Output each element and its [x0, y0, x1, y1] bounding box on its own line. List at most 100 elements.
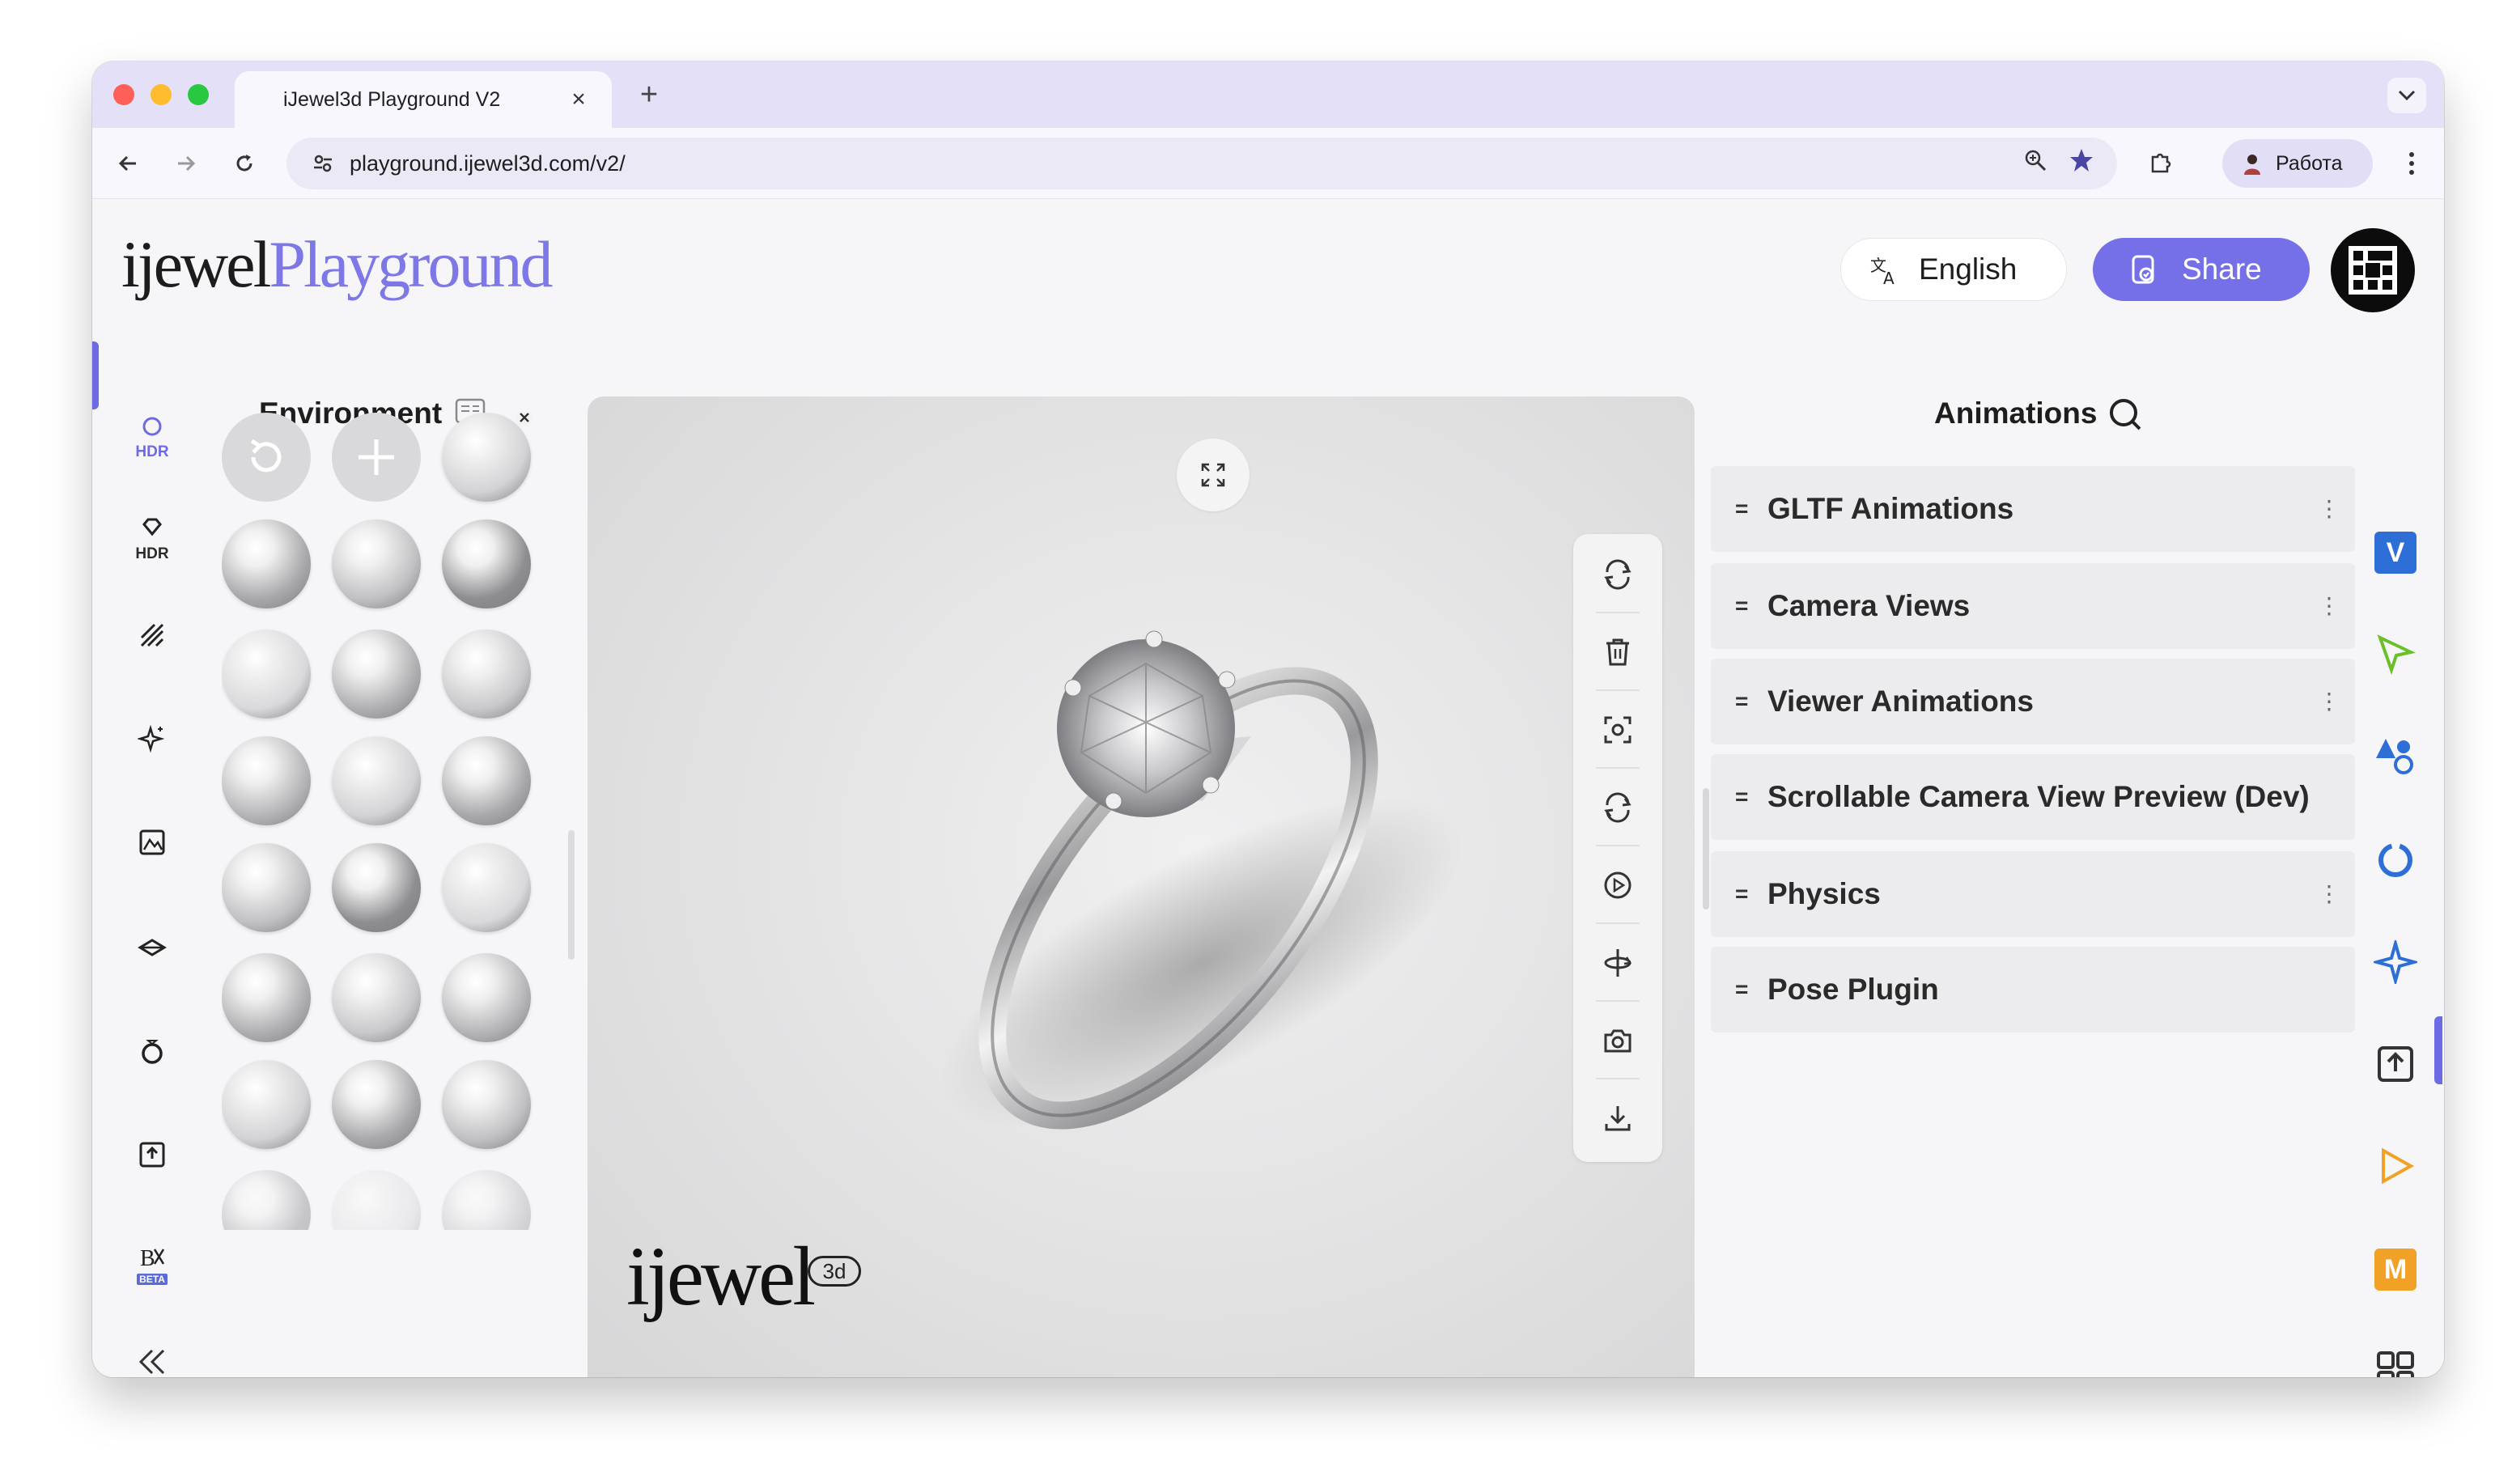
animation-row-label: Viewer Animations — [1767, 685, 2034, 718]
ring-outline-icon[interactable] — [2355, 832, 2436, 888]
svg-text:B: B — [140, 1246, 155, 1271]
maximize-window-button[interactable] — [188, 84, 209, 105]
left-rail-item[interactable] — [115, 829, 189, 856]
profile-chip[interactable]: Работа — [2222, 139, 2373, 188]
environment-scrollbar[interactable] — [568, 830, 575, 960]
environment-thumbnail[interactable] — [332, 630, 421, 719]
left-rail-item[interactable] — [115, 621, 189, 649]
share-button[interactable]: Share — [2093, 238, 2310, 301]
tab-close-icon[interactable]: × — [565, 86, 592, 113]
delete-button[interactable] — [1602, 636, 1634, 668]
grid-icon[interactable] — [2355, 1342, 2436, 1377]
zoom-icon[interactable] — [2023, 148, 2047, 172]
star-sparkle-icon[interactable] — [2355, 934, 2436, 990]
environment-thumbnail[interactable] — [332, 519, 421, 608]
environment-thumbnail[interactable] — [442, 1060, 531, 1149]
browser-menu-button[interactable] — [2395, 147, 2428, 180]
left-rail-item[interactable] — [115, 1141, 189, 1168]
left-rail-item[interactable] — [115, 1037, 189, 1065]
minimize-window-button[interactable] — [151, 84, 172, 105]
tab-active[interactable]: iJewel3d Playground V2 × — [235, 71, 612, 128]
viewport-toolbar — [1573, 534, 1662, 1162]
environment-thumbnail[interactable] — [442, 630, 531, 719]
environment-thumbnail[interactable] — [332, 736, 421, 825]
close-window-button[interactable] — [113, 84, 134, 105]
more-options-icon[interactable]: ⋮ — [2313, 498, 2345, 520]
environment-thumbnail[interactable] — [222, 843, 311, 932]
tab-search-button[interactable] — [2387, 78, 2426, 113]
animation-row[interactable]: = Viewer Animations ⋮ — [1711, 659, 2355, 744]
back-button[interactable] — [112, 147, 144, 180]
reset-environment-button[interactable] — [222, 413, 311, 502]
left-rail-item[interactable]: B BETA — [115, 1244, 189, 1285]
environment-thumbnail[interactable] — [332, 843, 421, 932]
drag-handle-icon[interactable]: = — [1735, 881, 1767, 907]
left-rail-item[interactable] — [115, 725, 189, 753]
environment-thumbnail[interactable] — [442, 519, 531, 608]
forward-button[interactable] — [170, 147, 202, 180]
environment-thumbnail[interactable] — [222, 736, 311, 825]
upload-box-icon[interactable] — [2355, 1036, 2436, 1092]
profile-label: Работа — [2276, 151, 2343, 175]
reset-view-button[interactable] — [1602, 558, 1634, 591]
animation-row[interactable]: = Scrollable Camera View Preview (Dev) — [1711, 754, 2355, 840]
animation-row[interactable]: = GLTF Animations ⋮ — [1711, 466, 2355, 552]
environment-thumbnail[interactable] — [332, 1060, 421, 1149]
more-options-icon[interactable]: ⋮ — [2313, 883, 2345, 905]
left-rail-item[interactable] — [115, 934, 189, 961]
environment-thumbnail[interactable] — [442, 953, 531, 1042]
animation-row[interactable]: = Camera Views ⋮ — [1711, 563, 2355, 649]
turntable-button[interactable] — [1602, 947, 1634, 979]
new-tab-button[interactable]: + — [631, 78, 667, 112]
animation-row[interactable]: = Pose Plugin — [1711, 947, 2355, 1032]
play-animation-button[interactable] — [1602, 869, 1634, 901]
environment-thumbnail[interactable] — [222, 953, 311, 1042]
environment-thumbnail[interactable] — [222, 519, 311, 608]
more-options-icon[interactable]: ⋮ — [2313, 690, 2345, 713]
environment-thumbnail[interactable] — [222, 1060, 311, 1149]
left-rail-item[interactable]: HDR — [115, 516, 189, 563]
reset-icon — [250, 439, 282, 473]
m-badge-icon[interactable]: M — [2355, 1241, 2436, 1298]
v-badge-icon[interactable]: V — [2355, 524, 2436, 581]
bk-icon: B — [140, 1246, 165, 1271]
cursor-icon[interactable] — [2355, 626, 2436, 683]
environment-thumbnail[interactable] — [222, 1170, 311, 1230]
left-rail-caption: HDR — [135, 545, 169, 562]
language-button[interactable]: 文A English — [1840, 238, 2067, 301]
animations-scrollbar[interactable] — [1703, 788, 1709, 909]
extensions-button[interactable] — [2145, 147, 2177, 180]
download-button[interactable] — [1602, 1102, 1634, 1134]
environment-thumbnail[interactable] — [442, 736, 531, 825]
drag-handle-icon[interactable]: = — [1735, 593, 1767, 619]
drag-handle-icon[interactable]: = — [1735, 977, 1767, 1003]
add-environment-button[interactable] — [332, 413, 421, 502]
remove-icon[interactable] — [515, 413, 534, 427]
drag-handle-icon[interactable]: = — [1735, 784, 1767, 810]
reload-button[interactable] — [228, 147, 261, 180]
more-options-icon[interactable]: ⋮ — [2313, 595, 2345, 617]
snapshot-button[interactable] — [1602, 1024, 1634, 1057]
site-settings-icon[interactable] — [311, 151, 335, 176]
animation-row[interactable]: = Physics ⋮ — [1711, 851, 2355, 937]
fullscreen-button[interactable] — [1177, 439, 1250, 511]
environment-thumbnail[interactable] — [442, 1170, 531, 1230]
app-logo[interactable]: ijewelPlayground — [121, 227, 553, 303]
environment-thumbnail[interactable] — [442, 843, 531, 932]
environment-thumbnail[interactable] — [222, 630, 311, 719]
shapes-icon[interactable] — [2355, 728, 2436, 785]
focus-button[interactable] — [1602, 714, 1634, 746]
bookmark-star-icon[interactable] — [2069, 147, 2094, 173]
auto-rotate-button[interactable] — [1602, 791, 1634, 824]
collapse-rail-button[interactable]: « — [115, 1348, 189, 1376]
search-icon[interactable] — [2107, 396, 2143, 432]
environment-thumbnail[interactable] — [332, 1170, 421, 1230]
environment-thumbnail[interactable] — [332, 953, 421, 1042]
drag-handle-icon[interactable]: = — [1735, 689, 1767, 714]
drag-handle-icon[interactable]: = — [1735, 496, 1767, 522]
address-bar[interactable]: playground.ijewel3d.com/v2/ — [286, 138, 2117, 189]
user-avatar[interactable] — [2331, 228, 2415, 312]
environment-thumbnail[interactable] — [442, 413, 534, 502]
play-icon[interactable] — [2355, 1138, 2436, 1194]
left-rail-item[interactable]: HDR — [115, 414, 189, 461]
